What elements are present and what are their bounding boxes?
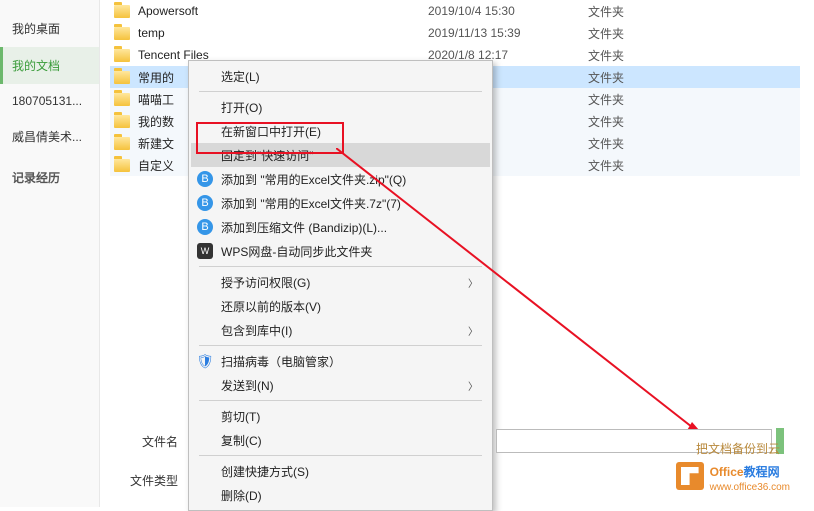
logo-brand1: Office [710, 465, 744, 479]
folder-icon [114, 137, 130, 150]
filetype-label: 文件类型 [118, 472, 186, 489]
file-date: 2019/11/13 15:39 [428, 26, 588, 40]
chevron-right-icon: 〉 [468, 378, 478, 393]
menu-restore-versions[interactable]: 还原以前的版本(V) [191, 294, 490, 318]
menu-open[interactable]: 打开(O) [191, 95, 490, 119]
menu-separator [199, 266, 482, 267]
menu-label: 授予访问权限(G) [221, 274, 310, 291]
menu-scan-virus[interactable]: 🛡 扫描病毒（电脑管家） [191, 349, 490, 373]
file-name: temp [138, 26, 428, 40]
folder-icon [114, 159, 130, 172]
menu-wps-sync[interactable]: W WPS网盘-自动同步此文件夹 [191, 239, 490, 263]
chevron-right-icon: 〉 [468, 323, 478, 338]
file-type: 文件夹 [588, 69, 668, 86]
menu-label: 还原以前的版本(V) [221, 298, 321, 315]
folder-icon [114, 93, 130, 106]
folder-icon [114, 27, 130, 40]
menu-separator [199, 91, 482, 92]
chevron-right-icon: 〉 [468, 275, 478, 290]
menu-separator [199, 345, 482, 346]
menu-open-new-window[interactable]: 在新窗口中打开(E) [191, 119, 490, 143]
file-type: 文件夹 [588, 47, 668, 64]
menu-separator [199, 400, 482, 401]
menu-bandizip[interactable]: B 添加到压缩文件 (Bandizip)(L)... [191, 215, 490, 239]
folder-icon [114, 71, 130, 84]
menu-add-7z[interactable]: B 添加到 "常用的Excel文件夹.7z"(7) [191, 191, 490, 215]
wps-icon: W [197, 243, 213, 259]
sidebar-item-documents[interactable]: 我的文档 [0, 47, 99, 84]
sidebar: 我的桌面 我的文档 180705131... 威昌倩美术... 记录经历 [0, 0, 100, 507]
menu-label: 添加到压缩文件 (Bandizip)(L)... [221, 219, 387, 236]
table-row[interactable]: Apowersoft2019/10/4 15:30文件夹 [110, 0, 800, 22]
menu-grant-access[interactable]: 授予访问权限(G) 〉 [191, 270, 490, 294]
file-date: 2019/10/4 15:30 [428, 4, 588, 18]
menu-send-to[interactable]: 发送到(N) 〉 [191, 373, 490, 397]
menu-label: 删除(D) [221, 487, 262, 504]
file-type: 文件夹 [588, 135, 668, 152]
archive-icon: B [197, 219, 213, 235]
file-type: 文件夹 [588, 113, 668, 130]
folder-icon [114, 5, 130, 18]
sidebar-item-art[interactable]: 威昌倩美术... [0, 118, 99, 155]
archive-icon: B [197, 171, 213, 187]
menu-label: 包含到库中(I) [221, 322, 292, 339]
folder-icon [114, 115, 130, 128]
menu-label: 添加到 "常用的Excel文件夹.7z"(7) [221, 195, 401, 212]
menu-label: 添加到 "常用的Excel文件夹.zip"(Q) [221, 171, 406, 188]
file-type: 文件夹 [588, 91, 668, 108]
menu-label: WPS网盘-自动同步此文件夹 [221, 243, 372, 260]
backup-note: 把文档备份到云 [696, 440, 780, 457]
file-type: 文件夹 [588, 25, 668, 42]
file-type: 文件夹 [588, 3, 668, 20]
menu-label: 固定到"快速访问" [221, 147, 314, 164]
logo-text: Office教程网 www.office36.com [710, 459, 790, 493]
menu-include-library[interactable]: 包含到库中(I) 〉 [191, 318, 490, 342]
menu-add-zip[interactable]: B 添加到 "常用的Excel文件夹.zip"(Q) [191, 167, 490, 191]
menu-label: 打开(O) [221, 99, 262, 116]
sidebar-item-number[interactable]: 180705131... [0, 84, 99, 118]
filename-label: 文件名 [118, 433, 186, 450]
menu-label: 选定(L) [221, 68, 260, 85]
archive-icon: B [197, 195, 213, 211]
logo-url: www.office36.com [710, 482, 790, 493]
menu-pin-quick-access[interactable]: 固定到"快速访问" [191, 143, 490, 167]
menu-label: 发送到(N) [221, 377, 274, 394]
menu-label: 扫描病毒（电脑管家） [221, 353, 341, 370]
menu-select[interactable]: 选定(L) [191, 64, 490, 88]
file-name: Apowersoft [138, 4, 428, 18]
table-row[interactable]: temp2019/11/13 15:39文件夹 [110, 22, 800, 44]
watermark-logo: Office教程网 www.office36.com [676, 459, 790, 493]
shield-icon: 🛡 [197, 353, 213, 369]
menu-label: 在新窗口中打开(E) [221, 123, 321, 140]
folder-icon [114, 49, 130, 62]
sidebar-heading-history: 记录经历 [0, 155, 99, 192]
file-type: 文件夹 [588, 157, 668, 174]
logo-icon [676, 462, 704, 490]
logo-brand2: 教程网 [744, 465, 780, 479]
sidebar-item-desktop[interactable]: 我的桌面 [0, 10, 99, 47]
